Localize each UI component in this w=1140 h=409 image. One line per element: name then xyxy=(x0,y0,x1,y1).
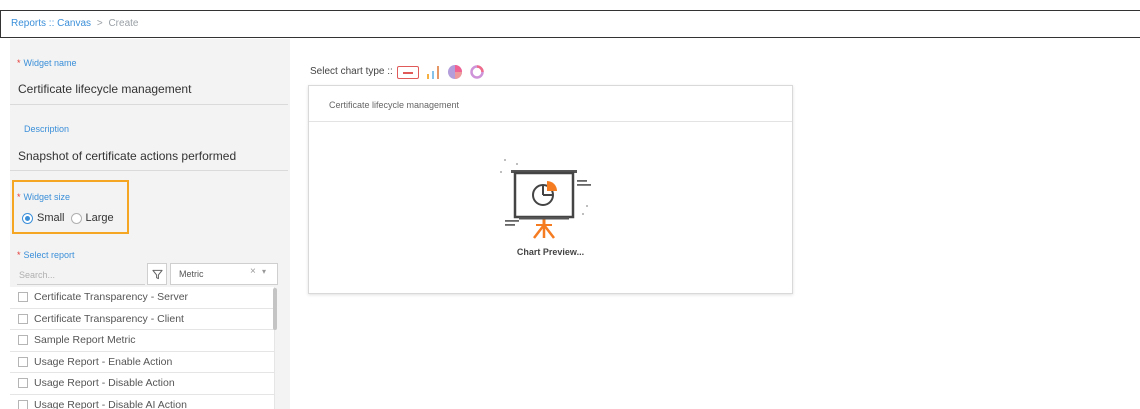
chart-type-label: Select chart type :: xyxy=(310,66,393,77)
donut-chart-icon xyxy=(470,65,484,79)
report-item-label: Sample Report Metric xyxy=(34,334,136,347)
chart-type-selector xyxy=(397,64,491,80)
description-underline xyxy=(10,170,288,171)
breadcrumb-separator: > xyxy=(94,18,106,29)
bar-chart-icon xyxy=(427,66,439,79)
filter-icon[interactable] xyxy=(147,263,167,285)
list-item[interactable]: Sample Report Metric xyxy=(10,330,274,352)
list-item[interactable]: Certificate Transparency - Server xyxy=(10,287,274,309)
chart-preview-illustration xyxy=(497,158,607,253)
widget-size-options: Small Large xyxy=(22,212,114,224)
radio-small[interactable] xyxy=(22,212,33,224)
chart-type-pie-button[interactable] xyxy=(447,64,463,80)
pie-chart-icon xyxy=(448,65,462,79)
widget-size-label: * Widget size xyxy=(17,192,71,202)
breadcrumb-separator: :: xyxy=(46,18,58,29)
radio-small-label[interactable]: Small xyxy=(37,212,65,224)
report-item-label: Usage Report - Disable AI Action xyxy=(34,398,187,409)
chart-preview-caption: Chart Preview... xyxy=(516,247,585,257)
list-item[interactable]: Usage Report - Disable AI Action xyxy=(10,395,274,409)
preview-title: Certificate lifecycle management xyxy=(329,100,460,110)
breadcrumb-reports[interactable]: Reports xyxy=(11,18,46,29)
table-icon xyxy=(397,65,419,79)
select-report-label: * Select report xyxy=(17,250,75,260)
radio-large-label[interactable]: Large xyxy=(86,212,114,224)
chevron-down-icon[interactable]: ▾ xyxy=(262,267,266,276)
report-search-input[interactable] xyxy=(17,265,145,285)
presentation-board-icon xyxy=(500,159,591,239)
required-marker: * xyxy=(17,58,21,68)
chart-type-bar-button[interactable] xyxy=(425,65,441,79)
breadcrumb-create: Create xyxy=(108,18,139,29)
report-checkbox[interactable] xyxy=(18,335,28,346)
report-item-label: Usage Report - Enable Action xyxy=(34,355,173,368)
report-checkbox[interactable] xyxy=(18,378,28,389)
clear-filter-icon[interactable]: × xyxy=(250,266,256,277)
description-input[interactable]: Snapshot of certificate actions performe… xyxy=(18,149,236,163)
chart-preview-card: Certificate lifecycle management Chart P… xyxy=(308,85,793,294)
radio-large[interactable] xyxy=(70,212,82,224)
preview-divider xyxy=(309,121,792,122)
funnel-icon xyxy=(151,269,163,279)
report-item-label: Certificate Transparency - Client xyxy=(34,312,184,325)
widget-name-input[interactable]: Certificate lifecycle management xyxy=(18,82,191,96)
required-marker: * xyxy=(17,250,21,260)
widget-name-label: * Widget name xyxy=(17,58,77,68)
widget-name-underline xyxy=(10,104,288,105)
chart-type-donut-button[interactable] xyxy=(469,64,485,80)
report-checkbox[interactable] xyxy=(18,292,28,303)
report-list-scrollbar[interactable] xyxy=(273,288,277,330)
required-marker: * xyxy=(17,192,21,202)
list-item[interactable]: Usage Report - Disable Action xyxy=(10,373,274,395)
list-item[interactable]: Certificate Transparency - Client xyxy=(10,309,274,330)
list-item[interactable]: Usage Report - Enable Action xyxy=(10,352,274,373)
chart-type-table-button[interactable] xyxy=(397,65,419,79)
widget-size-group: * Widget size Small Large xyxy=(12,180,129,234)
breadcrumb-canvas[interactable]: Canvas xyxy=(57,18,91,29)
report-list[interactable]: Certificate Transparency - Server Certif… xyxy=(10,287,275,409)
metric-filter-value: Metric xyxy=(179,269,204,279)
report-checkbox[interactable] xyxy=(18,313,28,324)
report-checkbox[interactable] xyxy=(18,356,28,367)
report-item-label: Certificate Transparency - Server xyxy=(34,291,189,304)
description-label: Description xyxy=(24,124,70,134)
report-checkbox[interactable] xyxy=(18,399,28,409)
breadcrumb: Reports :: Canvas > Create xyxy=(11,18,138,29)
report-item-label: Usage Report - Disable Action xyxy=(34,377,175,390)
top-bar: Reports :: Canvas > Create xyxy=(0,10,1140,38)
